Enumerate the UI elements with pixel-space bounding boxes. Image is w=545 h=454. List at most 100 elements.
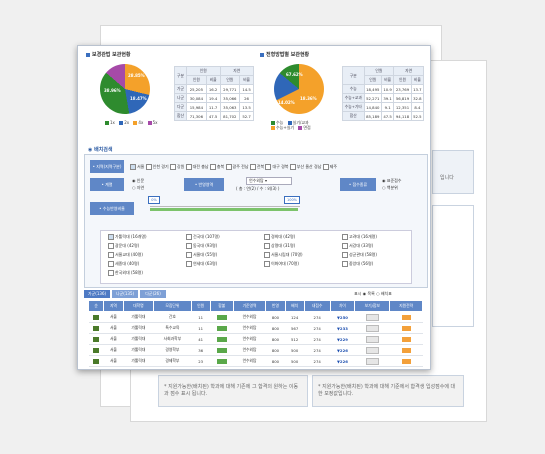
table-cell: 800 [265,333,286,345]
table-row[interactable]: 서울 가톨릭대 사회과학부 41 언수외탐 800 512 274 ▼229 [88,333,423,345]
region-checkbox[interactable]: 광주 전남 [225,164,249,170]
slider-min-handle[interactable]: 0% [148,196,160,204]
table-cell: 36 [191,344,211,356]
column-header[interactable]: 차이 [329,300,356,312]
table-cell: 496 [285,366,305,369]
table-row[interactable]: 서울 가톨릭대 경영학부 36 언수외탐 800 500 274 ▼226 [88,344,423,356]
region-checkbox[interactable]: 대구 경북 [265,164,288,170]
school-checkbox[interactable]: 세종대 (40명) [108,261,139,267]
school-checkbox[interactable]: 성균관대 (58명) [342,252,377,258]
column-header[interactable]: 합불 [209,300,234,312]
table-cell: 언수외탐 [233,311,266,323]
table-row[interactable]: 서울 가톨릭대 간호 11 언수외탐 800 124 274 ▼250 [88,311,423,323]
column-header[interactable]: 보기/합보 [354,300,391,312]
region-checkbox[interactable]: 제주 [322,164,337,170]
school-checkbox[interactable]: 서강대 (33명) [342,243,373,249]
display-toggle[interactable]: 표시 ◉ 목록 ○ 배치표 [354,291,392,297]
table-row: 나군 30,084 19.4 35,066 26 [173,93,254,103]
table-cell: ▼226 [330,355,355,367]
track-option-humanities[interactable]: ◉ 인문 [132,178,144,184]
track-option-science[interactable]: ○ 자연 [132,185,144,191]
main-window: 보경관법 보관현황 28.85% 18.47% 38.96% 1x 2x 4x … [77,45,431,370]
pass-badge [210,311,234,323]
school-checkbox[interactable]: 중앙대 (56명) [342,261,373,267]
column-header[interactable]: 지역 [103,300,124,312]
table-cell: 11 [191,311,211,323]
school-checkbox[interactable]: 서울교대 (40명) [108,252,143,258]
background-panel-lower [432,205,474,327]
school-checkbox[interactable]: 건국대 (107명) [186,234,220,240]
school-checkbox[interactable]: 동국대 (93명) [186,243,217,249]
column-header[interactable]: 기준영역 [232,300,267,312]
column-header[interactable]: 순 [87,300,105,312]
school-checkbox[interactable]: 가톨릭대 (16개명) [108,234,147,240]
row-select-icon[interactable] [88,333,104,345]
row-select-icon[interactable] [88,355,104,367]
view-button[interactable] [354,355,390,367]
column-header[interactable]: 배치 [284,300,305,312]
column-header[interactable]: 인원 [190,300,211,312]
table-cell: 274 [304,355,331,367]
table-cell: 서울 [103,344,124,356]
tab-group-na[interactable]: 나군(135) [112,290,138,298]
table-row: 다군 15,984 11.7 35,063 13.5 [173,102,254,112]
area-select[interactable]: 언수외탐 ▾ [246,177,292,185]
school-checkbox[interactable]: 고려대 (16개명) [342,234,377,240]
score-option-percentile[interactable]: ○ 백분위 [382,185,398,191]
table-row[interactable]: 서울가톨릭대국제학부7 언수외탐800496274▼221 [88,366,423,369]
view-button[interactable] [354,311,390,323]
strategy-button[interactable] [389,344,423,356]
column-header[interactable]: 대학명 [122,300,155,312]
table-cell: 274 [304,366,331,369]
region-label: • 지역(지역구분) [90,160,124,173]
region-checkbox[interactable]: 전북 [249,164,264,170]
row-select-icon[interactable] [88,311,104,323]
region-options: 서울 인천 경기 강원 대전 충남 충북 광주 전남 전북 대구 경북 부산 울… [130,164,337,170]
region-checkbox[interactable]: 서울 [130,164,144,170]
school-checkbox[interactable]: 상명대 (31명) [264,243,295,249]
pass-badge [210,366,234,369]
table-cell: ▼226 [330,344,355,356]
school-checkbox[interactable]: 서울시립대 (70명) [264,252,303,258]
region-checkbox[interactable]: 인천 경기 [145,164,169,170]
table-row[interactable]: 서울 가톨릭대 경제학부 23 언수외탐 800 500 274 ▼226 [88,355,423,367]
score-option-standard[interactable]: ◉ 표준점수 [382,178,402,184]
table-cell: 274 [304,322,331,334]
table-row[interactable]: 서울 가톨릭대 특수교육 11 언수외탐 800 567 274 ▼233 [88,322,423,334]
school-checkbox[interactable]: 광운대 (42명) [108,243,139,249]
strategy-button[interactable] [389,355,423,367]
view-button[interactable] [354,333,390,345]
slider-max-handle[interactable]: 100% [284,196,300,204]
column-header[interactable]: 반영 [265,300,286,312]
table-cell: 서울 [103,322,124,334]
school-checkbox[interactable]: 이화여대 (70명) [264,261,299,267]
school-checkbox[interactable]: 연세대 (63명) [186,261,217,267]
row-select-icon[interactable] [88,322,104,334]
column-header[interactable]: 모집단위 [153,300,192,312]
table-cell: ▼221 [330,366,355,369]
tab-group-da[interactable]: 다군(26) [140,290,166,298]
view-button[interactable] [354,366,390,369]
region-checkbox[interactable]: 부산 울산 경남 [289,164,321,170]
view-button[interactable] [354,322,390,334]
school-checkbox[interactable]: 경희대 (42명) [264,234,295,240]
strategy-button[interactable] [389,322,423,334]
strategy-button[interactable] [389,333,423,345]
table-cell: 서울 [103,333,124,345]
pass-badge [210,322,234,334]
tab-group-ga[interactable]: 가군(136) [84,290,110,298]
strategy-button[interactable] [389,366,423,369]
row-select-icon[interactable] [88,344,104,356]
table-row: 수능+기타 14,840 9.1 12,351 8.4 [342,102,425,112]
region-checkbox[interactable]: 충북 [209,164,224,170]
column-header[interactable]: 지원전략 [389,300,423,312]
region-checkbox[interactable]: 강원 [169,164,184,170]
column-header[interactable]: 내점수 [303,300,331,312]
strategy-button[interactable] [389,311,423,323]
view-button[interactable] [354,344,390,356]
row-select-icon[interactable] [88,366,104,369]
region-checkbox[interactable]: 대전 충남 [185,164,209,170]
school-checkbox[interactable]: 한국외대 (58명) [108,270,143,276]
right-stats-table: 구분 인원 자연 인원 비율 인원 비율 수능 18,495 10.9 23,769 13.7 수… [342,66,425,121]
school-checkbox[interactable]: 서울대 (55명) [186,252,217,258]
